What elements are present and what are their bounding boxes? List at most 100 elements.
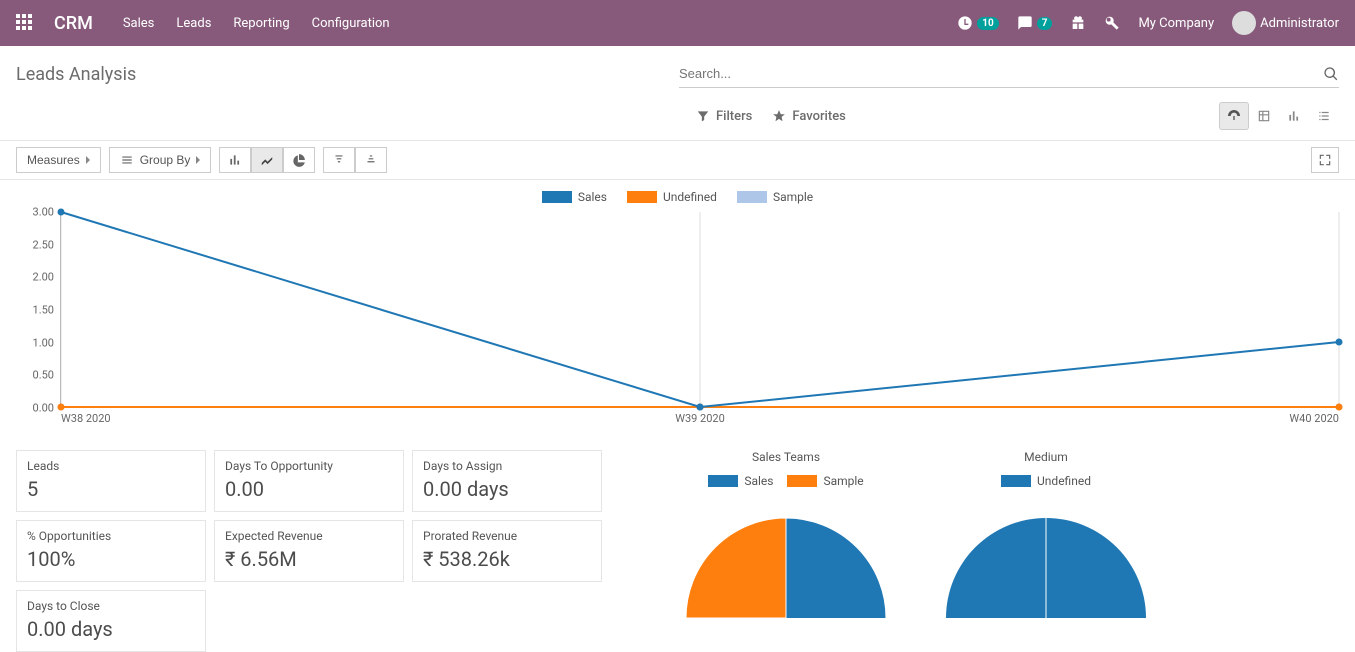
brand[interactable]: CRM	[54, 13, 93, 34]
gift-icon[interactable]	[1070, 15, 1086, 31]
filters-left: Filters Favorites	[696, 109, 846, 124]
pie-chart-button[interactable]	[283, 147, 315, 173]
legend-swatch	[708, 475, 738, 487]
caret-right-icon	[196, 156, 200, 164]
stat-card[interactable]: Days To Opportunity 0.00	[214, 450, 404, 512]
fullscreen-button[interactable]	[1311, 147, 1339, 173]
card-label: Expected Revenue	[225, 529, 393, 543]
topbar-right: 10 7 My Company Administrator	[957, 11, 1339, 35]
card-label: Days To Opportunity	[225, 459, 393, 473]
y-tick: 0.50	[33, 369, 54, 382]
x-tick: W38 2020	[61, 412, 111, 425]
card-label: Prorated Revenue	[423, 529, 591, 543]
legend-item[interactable]: Sales	[708, 474, 773, 488]
search-icon[interactable]	[1323, 66, 1339, 82]
card-value: 0.00	[225, 477, 393, 501]
view-graph-button[interactable]	[1279, 102, 1309, 130]
legend-swatch	[1001, 475, 1031, 487]
apps-icon[interactable]	[16, 14, 34, 32]
filters-button[interactable]: Filters	[696, 109, 752, 124]
legend-label: Sales	[744, 474, 773, 488]
funnel-icon	[696, 109, 710, 123]
nav-leads[interactable]: Leads	[176, 16, 211, 31]
groupby-button[interactable]: Group By	[109, 147, 212, 173]
filters-row: Filters Favorites	[0, 96, 1355, 140]
card-value: ₹ 6.56M	[225, 547, 393, 571]
avatar-icon	[1232, 11, 1256, 35]
company-menu[interactable]: My Company	[1138, 16, 1214, 31]
card-label: Days to Close	[27, 599, 195, 613]
y-tick: 2.50	[33, 238, 54, 251]
y-tick: 1.50	[33, 304, 54, 317]
stat-cards: Leads 5 Days To Opportunity 0.00 Days to Ass…	[16, 450, 602, 652]
chart-toolbar: Measures Group By	[0, 140, 1355, 180]
legend-swatch	[542, 191, 572, 203]
legend-item[interactable]: Sales	[542, 190, 607, 204]
line-chart: 0.000.501.001.502.002.503.00 W38 2020W39…	[16, 212, 1339, 432]
messages-icon[interactable]: 7	[1017, 15, 1053, 31]
legend-label: Undefined	[1037, 474, 1091, 488]
legend-swatch	[627, 191, 657, 203]
line-chart-button[interactable]	[251, 147, 283, 173]
legend-label: Sales	[578, 190, 607, 204]
favorites-button[interactable]: Favorites	[772, 109, 845, 124]
badge-activities: 10	[977, 17, 998, 30]
y-tick: 3.00	[33, 206, 54, 219]
stat-card[interactable]: Days to Close 0.00 days	[16, 590, 206, 652]
sort-desc-button[interactable]	[323, 147, 355, 173]
view-pivot-button[interactable]	[1249, 102, 1279, 130]
chart-legend: Sales Undefined Sample	[16, 190, 1339, 204]
x-tick: W40 2020	[1289, 412, 1339, 425]
search-bar[interactable]	[679, 60, 1339, 88]
stat-card[interactable]: Expected Revenue ₹ 6.56M	[214, 520, 404, 582]
company-label: My Company	[1138, 16, 1214, 31]
badge-messages: 7	[1037, 17, 1053, 30]
bar-chart-button[interactable]	[219, 147, 251, 173]
y-tick: 1.00	[33, 336, 54, 349]
nav-configuration[interactable]: Configuration	[312, 16, 390, 31]
tools-icon[interactable]	[1104, 15, 1120, 31]
legend-label: Sample	[823, 474, 863, 488]
groupby-label: Group By	[140, 153, 191, 167]
card-label: Leads	[27, 459, 195, 473]
x-tick: W39 2020	[675, 412, 725, 425]
card-value: 0.00 days	[27, 617, 195, 641]
list-icon	[120, 153, 134, 167]
stat-card[interactable]: Days to Assign0.00 days	[412, 450, 602, 512]
stat-card[interactable]: Prorated Revenue₹ 538.26k	[412, 520, 602, 582]
view-dashboard-button[interactable]	[1219, 102, 1249, 130]
sort-asc-button[interactable]	[355, 147, 387, 173]
measures-button[interactable]: Measures	[16, 147, 101, 173]
legend-item[interactable]: Sample	[787, 474, 863, 488]
legend-item[interactable]: Undefined	[627, 190, 717, 204]
search-input[interactable]	[679, 60, 1339, 87]
y-tick: 0.00	[33, 402, 54, 415]
measures-label: Measures	[27, 153, 80, 167]
page-title: Leads Analysis	[16, 64, 136, 85]
legend-label: Sample	[773, 190, 813, 204]
card-value: 0.00 days	[423, 477, 591, 501]
view-list-button[interactable]	[1309, 102, 1339, 130]
nav-sales[interactable]: Sales	[123, 16, 155, 31]
star-icon	[772, 109, 786, 123]
user-menu[interactable]: Administrator	[1232, 11, 1339, 35]
favorites-label: Favorites	[792, 109, 845, 124]
legend-item[interactable]: Undefined	[1001, 474, 1091, 488]
activities-icon[interactable]: 10	[957, 15, 998, 31]
pie-chart	[676, 498, 896, 618]
stat-card[interactable]: % Opportunities100%	[16, 520, 206, 582]
top-nav: Sales Leads Reporting Configuration	[123, 16, 390, 31]
stat-card[interactable]: Leads 5	[16, 450, 206, 512]
topbar: CRM Sales Leads Reporting Configuration …	[0, 0, 1355, 46]
legend-item[interactable]: Sample	[737, 190, 813, 204]
caret-right-icon	[86, 156, 90, 164]
nav-reporting[interactable]: Reporting	[233, 16, 289, 31]
legend-swatch	[787, 475, 817, 487]
pie-title: Sales Teams	[676, 450, 896, 464]
dashboard-row: Leads 5 Days To Opportunity 0.00 Days to Ass…	[0, 432, 1355, 652]
pie-block: MediumUndefined	[936, 450, 1156, 622]
filters-label: Filters	[716, 109, 752, 124]
subheader: Leads Analysis	[0, 46, 1355, 96]
card-value: 5	[27, 477, 195, 501]
pie-charts: Sales Teams Sales Sample MediumUndefined	[676, 450, 1156, 622]
